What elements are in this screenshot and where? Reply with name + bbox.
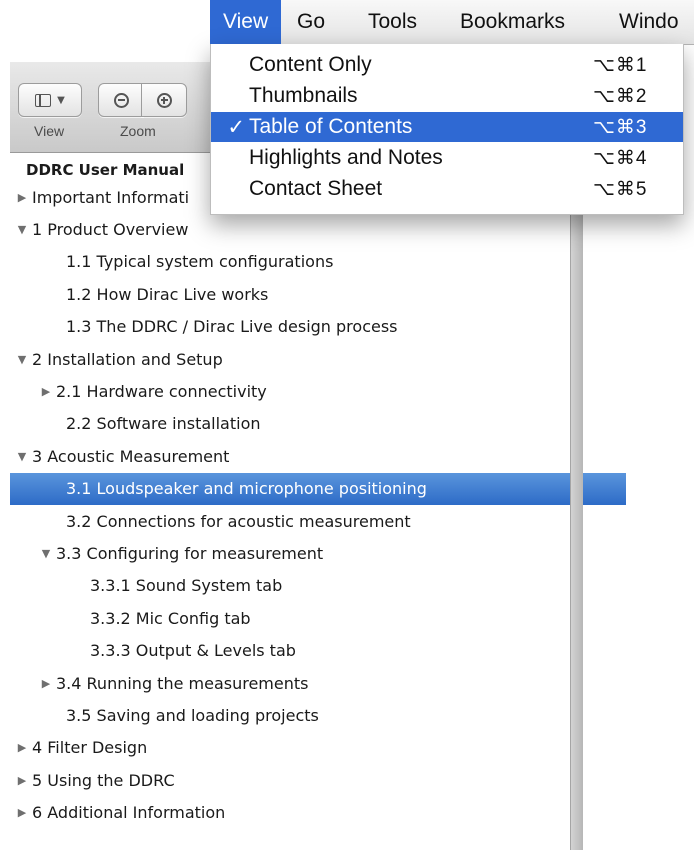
disclosure-collapsed-icon[interactable]: ▶ bbox=[16, 741, 28, 754]
disclosure-collapsed-icon[interactable]: ▶ bbox=[16, 774, 28, 787]
menu-item-shortcut: ⌥⌘5 bbox=[593, 178, 648, 200]
toc-row-label: 3.3.2 Mic Config tab bbox=[90, 608, 251, 628]
menu-item-label: Content Only bbox=[249, 53, 372, 76]
toc-row-label: 1 Product Overview bbox=[32, 219, 189, 239]
toc-row[interactable]: ▼ 3.3 Configuring for measurement bbox=[10, 537, 600, 569]
disclosure-collapsed-icon[interactable]: ▶ bbox=[16, 806, 28, 819]
menu-item-label: Contact Sheet bbox=[249, 177, 383, 200]
checkmark: ✓ bbox=[227, 115, 245, 139]
disclosure-collapsed-icon[interactable]: ▶ bbox=[40, 677, 52, 690]
menu-bar: View Go Tools Bookmarks Windo bbox=[210, 0, 694, 45]
disclosure-expanded-icon[interactable]: ▼ bbox=[16, 223, 28, 236]
disclosure-collapsed-icon[interactable]: ▶ bbox=[16, 191, 28, 204]
toc-row-label: 3.1 Loudspeaker and microphone positioni… bbox=[66, 479, 427, 499]
menu-go[interactable]: Go bbox=[297, 0, 325, 44]
disclosure-expanded-icon[interactable]: ▼ bbox=[16, 353, 28, 366]
menu-window[interactable]: Windo bbox=[619, 0, 679, 44]
menu-bookmarks[interactable]: Bookmarks bbox=[460, 0, 565, 44]
zoom-in-button[interactable] bbox=[141, 83, 187, 117]
zoom-out-button[interactable] bbox=[98, 83, 144, 117]
menu-item-content-only[interactable]: Content Only ⌥⌘1 bbox=[211, 50, 683, 80]
toc-title: DDRC User Manual bbox=[26, 161, 185, 179]
view-mode-button[interactable]: ▼ bbox=[18, 83, 82, 117]
toc-row[interactable]: 1.3 The DDRC / Dirac Live design process bbox=[10, 311, 626, 343]
toc-row[interactable]: 3.3.1 Sound System tab bbox=[10, 570, 650, 602]
zoom-caption: Zoom bbox=[120, 123, 156, 139]
menu-item-label: Thumbnails bbox=[249, 84, 358, 107]
view-caption: View bbox=[34, 123, 65, 139]
toc-row-label: 3.4 Running the measurements bbox=[56, 673, 309, 693]
toc-row-label: 2 Installation and Setup bbox=[32, 349, 223, 369]
toc-row-label: 4 Filter Design bbox=[32, 738, 148, 758]
view-menu-dropdown: Content Only ⌥⌘1 Thumbnails ⌥⌘2 ✓ Table … bbox=[210, 44, 684, 215]
menu-item-highlights-and-notes[interactable]: Highlights and Notes ⌥⌘4 bbox=[211, 143, 683, 173]
toc-row-label: 3.3 Configuring for measurement bbox=[56, 543, 324, 563]
toc-row[interactable]: 3.1 Loudspeaker and microphone positioni… bbox=[10, 472, 626, 505]
toc-row-label: 6 Additional Information bbox=[32, 803, 226, 823]
menu-item-table-of-contents[interactable]: ✓ Table of Contents ⌥⌘3 bbox=[211, 112, 683, 142]
menu-item-thumbnails[interactable]: Thumbnails ⌥⌘2 bbox=[211, 81, 683, 111]
menu-item-label: Highlights and Notes bbox=[249, 146, 443, 169]
toc-row-label: 1.2 How Dirac Live works bbox=[66, 284, 269, 304]
toc-row[interactable]: 3.5 Saving and loading projects bbox=[10, 699, 626, 731]
toc-row[interactable]: 2.2 Software installation bbox=[10, 408, 626, 440]
toc-sidebar: DDRC User Manual ▶ Important Informati ▼ 1 … bbox=[10, 153, 626, 850]
toc-row-label: 3 Acoustic Measurement bbox=[32, 446, 230, 466]
toc-row-label: 3.3.3 Output & Levels tab bbox=[90, 641, 296, 661]
toc-row-label: 2.2 Software installation bbox=[66, 414, 261, 434]
sidebar-icon bbox=[35, 93, 52, 107]
menu-item-shortcut: ⌥⌘3 bbox=[593, 116, 648, 138]
toc-row[interactable]: 1.2 How Dirac Live works bbox=[10, 278, 626, 310]
toc-row[interactable]: ▶ 2.1 Hardware connectivity bbox=[10, 375, 600, 407]
toc-row[interactable]: 1.1 Typical system configurations bbox=[10, 246, 626, 278]
toc-row[interactable]: 3.3.3 Output & Levels tab bbox=[10, 635, 650, 667]
toc-row[interactable]: ▶ 6 Additional Information bbox=[10, 797, 576, 829]
disclosure-expanded-icon[interactable]: ▼ bbox=[16, 450, 28, 463]
toc-row-label: 1.3 The DDRC / Dirac Live design process bbox=[66, 317, 398, 337]
toc-row[interactable]: 3.2 Connections for acoustic measurement bbox=[10, 505, 626, 537]
disclosure-expanded-icon[interactable]: ▼ bbox=[40, 547, 52, 560]
toc-row[interactable]: ▶ 4 Filter Design bbox=[10, 732, 576, 764]
disclosure-collapsed-icon[interactable]: ▶ bbox=[40, 385, 52, 398]
toc-row[interactable]: ▶ 3.4 Running the measurements bbox=[10, 667, 600, 699]
toc-row-label: Important Informati bbox=[32, 187, 190, 207]
menu-item-contact-sheet[interactable]: Contact Sheet ⌥⌘5 bbox=[211, 174, 683, 204]
menu-item-shortcut: ⌥⌘2 bbox=[593, 85, 648, 107]
toc-row[interactable]: ▶ 5 Using the DDRC bbox=[10, 764, 576, 796]
toc-row[interactable]: ▼ 1 Product Overview bbox=[10, 213, 576, 245]
zoom-in-icon bbox=[156, 92, 172, 108]
toc-row-label: 3.3.1 Sound System tab bbox=[90, 576, 283, 596]
sidebar-divider[interactable] bbox=[570, 153, 583, 850]
menu-item-shortcut: ⌥⌘1 bbox=[593, 54, 648, 76]
toc-row[interactable]: 3.3.2 Mic Config tab bbox=[10, 602, 650, 634]
menu-tools[interactable]: Tools bbox=[368, 0, 417, 44]
menu-view[interactable]: View bbox=[210, 0, 282, 44]
toc-row-label: 1.1 Typical system configurations bbox=[66, 252, 334, 272]
chevron-down-icon: ▼ bbox=[57, 94, 65, 106]
menu-item-shortcut: ⌥⌘4 bbox=[593, 147, 648, 169]
toc-row[interactable]: ▼ 2 Installation and Setup bbox=[10, 343, 576, 375]
toc-row[interactable]: ▼ 3 Acoustic Measurement bbox=[10, 440, 576, 472]
toc-row-label: 3.5 Saving and loading projects bbox=[66, 705, 319, 725]
zoom-out-icon bbox=[113, 92, 129, 108]
toc-row-label: 5 Using the DDRC bbox=[32, 770, 175, 790]
menu-item-label: Table of Contents bbox=[249, 115, 413, 138]
toc-row-label: 2.1 Hardware connectivity bbox=[56, 381, 267, 401]
toc-row-label: 3.2 Connections for acoustic measurement bbox=[66, 511, 411, 531]
